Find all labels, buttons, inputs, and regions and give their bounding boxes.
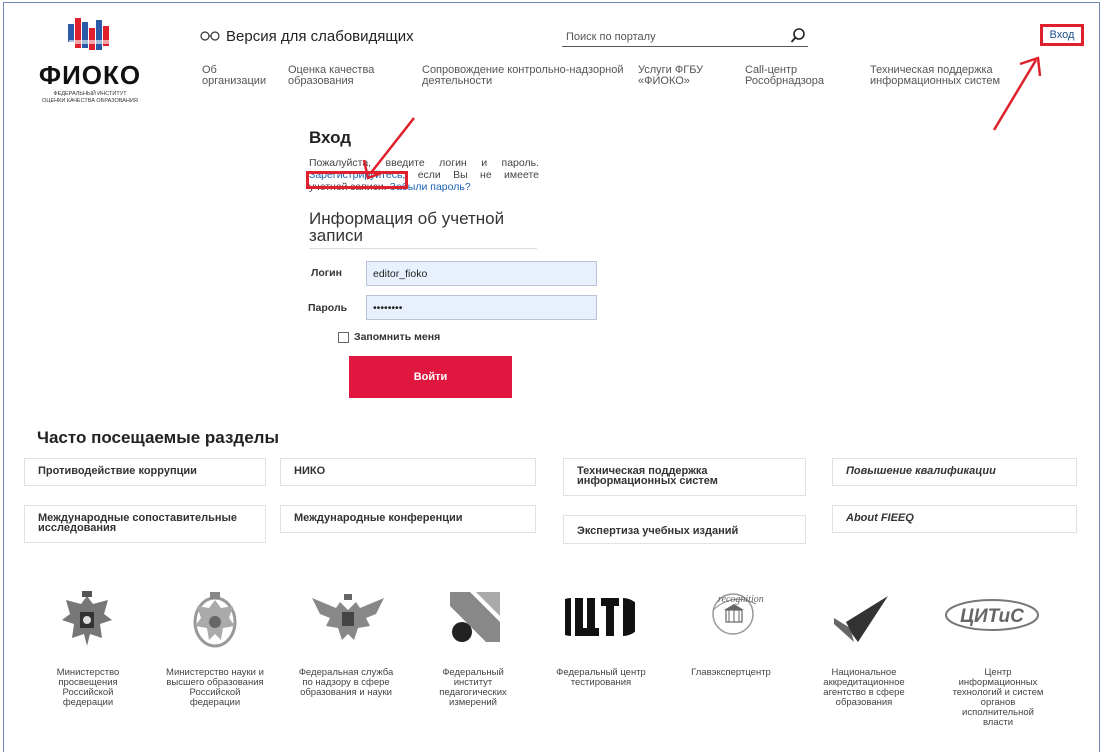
ministry-science-emblem-icon[interactable] <box>188 588 242 657</box>
tile-anticorruption[interactable]: Противодействие коррупции <box>24 458 266 486</box>
fipi-logo-icon[interactable] <box>450 592 500 647</box>
header-login-link[interactable]: Вход <box>1040 24 1084 46</box>
password-input[interactable] <box>366 295 597 320</box>
partner-name-ministry-education[interactable]: Министерство просвещения Российской феде… <box>28 668 148 708</box>
logo-subtitle-line1: Федеральный институт <box>53 91 127 97</box>
tile-niko[interactable]: НИКО <box>280 458 536 486</box>
tile-about-fieeq[interactable]: About FIEEQ <box>832 505 1077 533</box>
account-info-title: Информация об учетной записи <box>309 210 537 249</box>
popular-sections-title: Часто посещаемые разделы <box>37 428 279 447</box>
nav-item-services[interactable]: Услуги ФГБУ «ФИОКО» <box>638 65 703 87</box>
citis-logo-text: ЦИТиС <box>960 606 1024 627</box>
partner-name-rosobrnadzor[interactable]: Федеральная служба по надзору в сфере об… <box>286 668 406 698</box>
rosobrnadzor-emblem-icon[interactable] <box>310 592 386 649</box>
logo-emblem-icon <box>65 18 115 54</box>
tile-qualification[interactable]: Повышение квалификации <box>832 458 1077 486</box>
glasses-icon <box>200 28 220 45</box>
login-input[interactable] <box>366 261 597 286</box>
logo-name: ФИОКО <box>38 60 142 90</box>
register-highlight-box <box>306 171 408 189</box>
intro-text: Пожалуйста, введите логин и пароль. <box>309 157 539 169</box>
partner-name-ftc[interactable]: Федеральный центр тестирования <box>541 668 661 688</box>
ftc-logo-icon[interactable] <box>552 594 642 645</box>
login-submit-button[interactable]: Войти <box>349 356 512 398</box>
partner-name-glavexpert[interactable]: Главэкспертцентр <box>671 668 791 678</box>
site-logo[interactable]: ФИОКО Федеральный институт оценки качест… <box>30 18 150 105</box>
citis-logo-icon[interactable]: ЦИТиС <box>944 598 1040 637</box>
tile-textbook-expertise[interactable]: Экспертиза учебных изданий <box>563 515 806 544</box>
password-label: Пароль <box>308 302 348 314</box>
nav-item-callcenter[interactable]: Call-центр Рособрнадзора <box>745 65 824 87</box>
tile-tech-support[interactable]: Техническая поддержка информационных сис… <box>563 458 806 496</box>
partner-name-fipi[interactable]: Федеральный институт педагогических изме… <box>413 668 533 708</box>
tile-international-conferences[interactable]: Международные конференции <box>280 505 536 533</box>
logo-subtitle-line2: оценки качества образования <box>42 98 138 104</box>
logo-subtitle: Федеральный институт оценки качества обр… <box>30 91 150 105</box>
low-vision-label: Версия для слабовидящих <box>226 28 414 45</box>
glavexpertcenter-logo-icon[interactable]: recognition <box>698 588 768 643</box>
naa-checkmark-icon[interactable] <box>832 594 890 649</box>
partner-name-ministry-science[interactable]: Министерство науки и высшего образования… <box>155 668 275 708</box>
nav-item-about[interactable]: Об организации <box>202 65 266 87</box>
search-input[interactable] <box>562 31 780 43</box>
page-frame <box>3 2 1100 752</box>
search-icon[interactable] <box>790 28 806 49</box>
partner-name-naa[interactable]: Национальное аккредитационное агентство … <box>804 668 924 708</box>
nav-item-support[interactable]: Техническая поддержка информационных сис… <box>870 65 1000 87</box>
login-title: Вход <box>309 128 352 147</box>
tile-international-research[interactable]: Международные сопоставительные исследова… <box>24 505 266 543</box>
search-bar <box>562 28 808 47</box>
glavexpert-logo-text: recognition <box>718 594 764 605</box>
nav-item-quality[interactable]: Оценка качества образования <box>288 65 374 87</box>
nav-item-supervision[interactable]: Сопровождение контрольно-надзорной деяте… <box>422 65 624 87</box>
ministry-education-emblem-icon[interactable] <box>58 590 116 657</box>
remember-checkbox[interactable] <box>338 331 349 343</box>
low-vision-link[interactable]: Версия для слабовидящих <box>200 28 414 45</box>
remember-label: Запомнить меня <box>354 331 441 343</box>
login-label: Логин <box>311 267 342 279</box>
partner-name-citis[interactable]: Центр информационных технологий и систем… <box>938 668 1058 728</box>
remember-me[interactable]: Запомнить меня <box>338 331 440 343</box>
